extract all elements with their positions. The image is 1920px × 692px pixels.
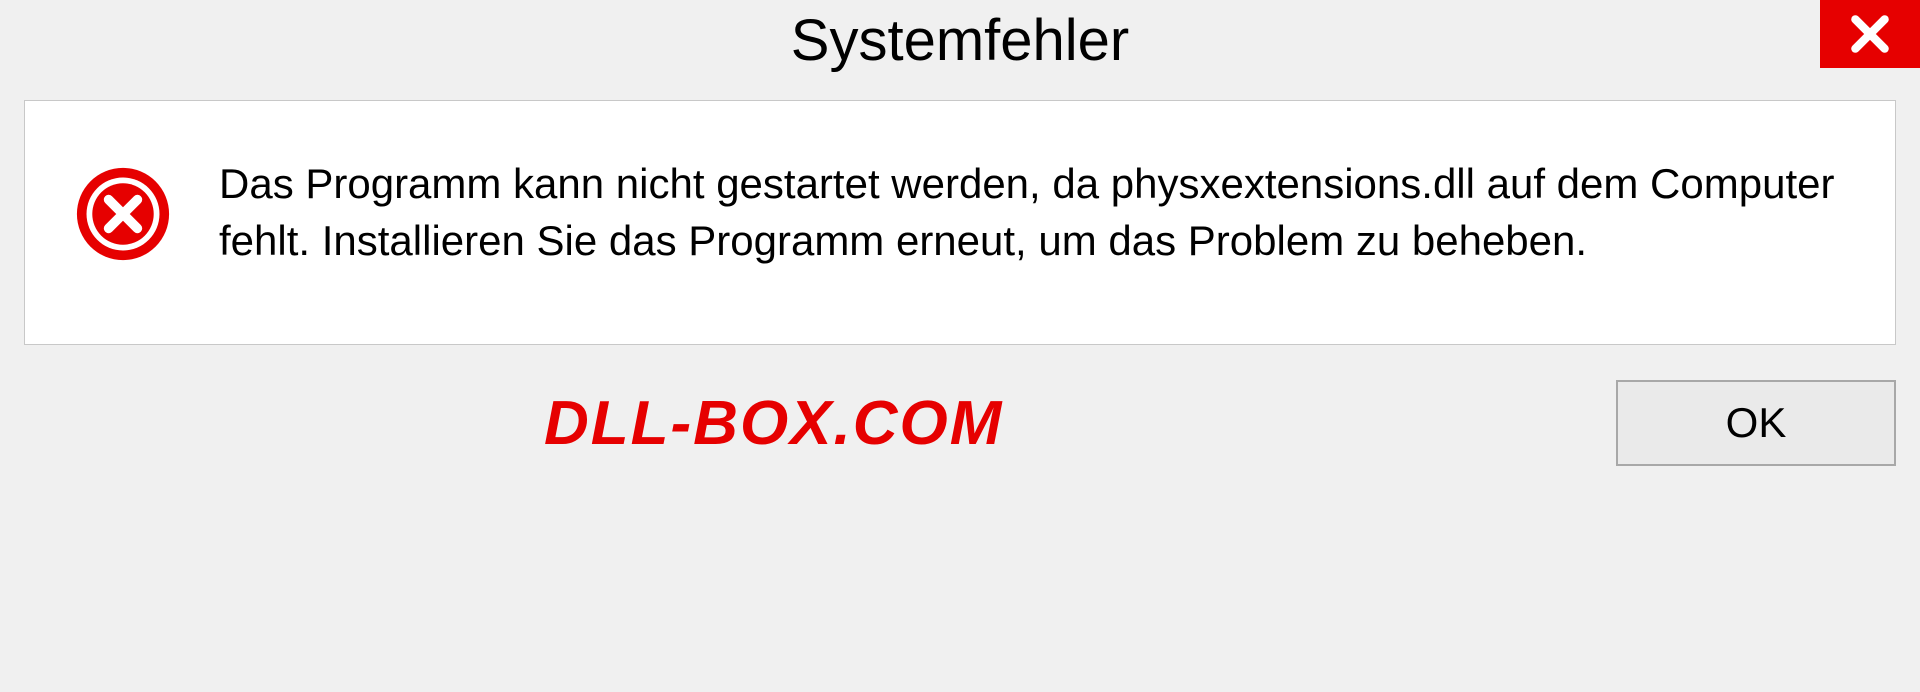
titlebar: Systemfehler (0, 0, 1920, 80)
error-message: Das Programm kann nicht gestartet werden… (219, 156, 1845, 269)
close-button[interactable] (1820, 0, 1920, 68)
content-panel: Das Programm kann nicht gestartet werden… (24, 100, 1896, 345)
footer: DLL-BOX.COM OK (0, 345, 1920, 466)
close-icon (1848, 12, 1892, 56)
ok-button[interactable]: OK (1616, 380, 1896, 466)
dialog-title: Systemfehler (791, 7, 1129, 74)
watermark-text: DLL-BOX.COM (544, 388, 1003, 459)
error-icon (75, 166, 171, 262)
